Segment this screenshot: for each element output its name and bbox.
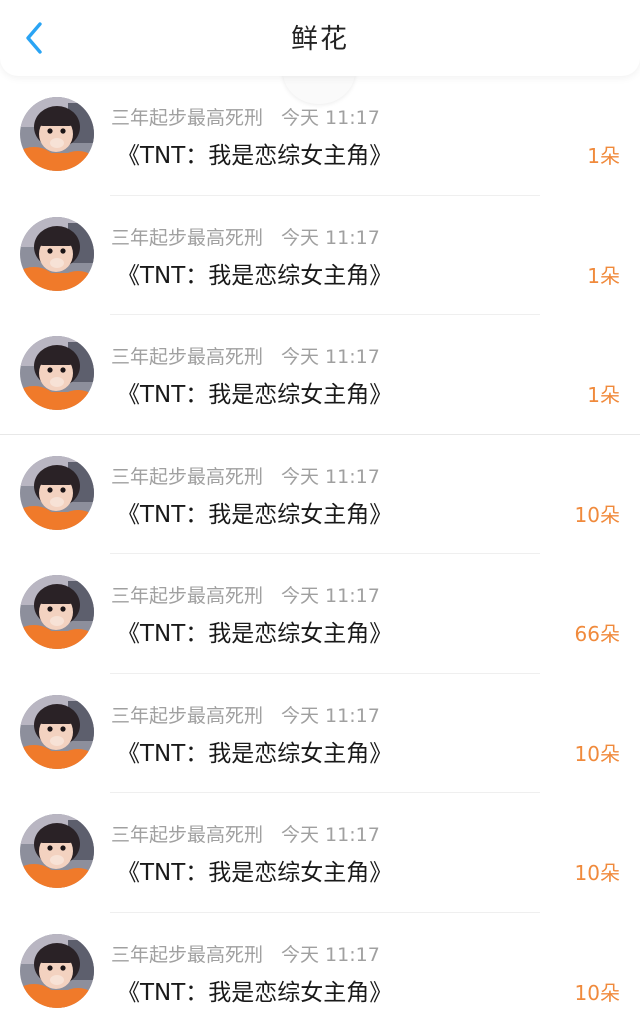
list-item[interactable]: 三年起步最高死刑今天 11:17 《TNT：我是恋综女主角》 10朵 — [0, 913, 640, 1032]
page-title: 鲜花 — [0, 0, 640, 80]
avatar[interactable] — [20, 336, 94, 410]
item-meta: 三年起步最高死刑今天 11:17 — [111, 940, 380, 967]
item-meta: 三年起步最高死刑今天 11:17 — [111, 820, 380, 847]
book-title: 《TNT：我是恋综女主角》 — [117, 495, 392, 529]
list-item[interactable]: 三年起步最高死刑今天 11:17 《TNT：我是恋综女主角》 66朵 — [0, 554, 640, 674]
flower-count: 10朵 — [575, 857, 620, 886]
flower-count: 1朵 — [587, 140, 620, 169]
avatar-photo — [20, 575, 94, 649]
flower-count: 1朵 — [587, 379, 620, 408]
timestamp: 今天 11:17 — [281, 466, 380, 488]
avatar-photo — [20, 217, 94, 291]
timestamp: 今天 11:17 — [281, 107, 380, 129]
book-title: 《TNT：我是恋综女主角》 — [117, 853, 392, 887]
list-item[interactable]: 三年起步最高死刑今天 11:17 《TNT：我是恋综女主角》 10朵 — [0, 435, 640, 555]
flower-count: 10朵 — [575, 499, 620, 528]
timestamp: 今天 11:17 — [281, 227, 380, 249]
avatar[interactable] — [20, 934, 94, 1008]
flower-count: 1朵 — [587, 260, 620, 289]
username: 三年起步最高死刑 — [111, 346, 263, 368]
list-item[interactable]: 三年起步最高死刑今天 11:17 《TNT：我是恋综女主角》 10朵 — [0, 793, 640, 913]
avatar[interactable] — [20, 575, 94, 649]
timestamp: 今天 11:17 — [281, 705, 380, 727]
username: 三年起步最高死刑 — [111, 585, 263, 607]
avatar-photo — [20, 456, 94, 530]
avatar-photo — [20, 695, 94, 769]
book-title: 《TNT：我是恋综女主角》 — [117, 136, 392, 170]
avatar[interactable] — [20, 695, 94, 769]
avatar-photo — [20, 97, 94, 171]
username: 三年起步最高死刑 — [111, 705, 263, 727]
flower-count: 66朵 — [575, 618, 620, 647]
username: 三年起步最高死刑 — [111, 944, 263, 966]
username: 三年起步最高死刑 — [111, 227, 263, 249]
flower-count: 10朵 — [575, 977, 620, 1006]
avatar-photo — [20, 814, 94, 888]
top-bar: 鲜花 — [0, 0, 640, 76]
timestamp: 今天 11:17 — [281, 585, 380, 607]
avatar[interactable] — [20, 814, 94, 888]
item-meta: 三年起步最高死刑今天 11:17 — [111, 462, 380, 489]
timestamp: 今天 11:17 — [281, 824, 380, 846]
book-title: 《TNT：我是恋综女主角》 — [117, 614, 392, 648]
avatar-photo — [20, 934, 94, 1008]
flower-count: 10朵 — [575, 738, 620, 767]
item-meta: 三年起步最高死刑今天 11:17 — [111, 701, 380, 728]
avatar-photo — [20, 336, 94, 410]
item-meta: 三年起步最高死刑今天 11:17 — [111, 103, 380, 130]
book-title: 《TNT：我是恋综女主角》 — [117, 375, 392, 409]
username: 三年起步最高死刑 — [111, 824, 263, 846]
item-meta: 三年起步最高死刑今天 11:17 — [111, 342, 380, 369]
timestamp: 今天 11:17 — [281, 346, 380, 368]
list-item[interactable]: 三年起步最高死刑今天 11:17 《TNT：我是恋综女主角》 1朵 — [0, 196, 640, 316]
list-item[interactable]: 三年起步最高死刑今天 11:17 《TNT：我是恋综女主角》 10朵 — [0, 674, 640, 794]
avatar[interactable] — [20, 456, 94, 530]
avatar[interactable] — [20, 217, 94, 291]
flower-list: 三年起步最高死刑今天 11:17 《TNT：我是恋综女主角》 1朵 三年起步最高… — [0, 76, 640, 1032]
avatar[interactable] — [20, 97, 94, 171]
timestamp: 今天 11:17 — [281, 944, 380, 966]
book-title: 《TNT：我是恋综女主角》 — [117, 973, 392, 1007]
book-title: 《TNT：我是恋综女主角》 — [117, 256, 392, 290]
username: 三年起步最高死刑 — [111, 466, 263, 488]
username: 三年起步最高死刑 — [111, 107, 263, 129]
item-meta: 三年起步最高死刑今天 11:17 — [111, 223, 380, 250]
item-meta: 三年起步最高死刑今天 11:17 — [111, 581, 380, 608]
list-item[interactable]: 三年起步最高死刑今天 11:17 《TNT：我是恋综女主角》 1朵 — [0, 315, 640, 435]
book-title: 《TNT：我是恋综女主角》 — [117, 734, 392, 768]
